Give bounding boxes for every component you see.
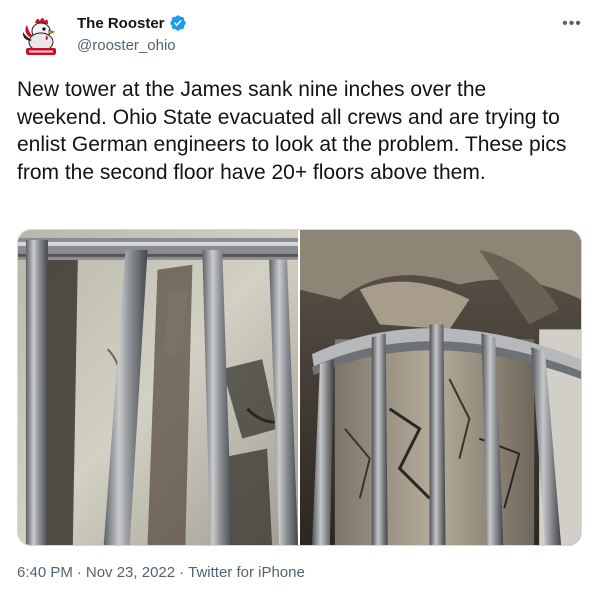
author-name-row: The Rooster bbox=[77, 14, 187, 32]
verified-badge-icon bbox=[169, 14, 187, 32]
tweet-source[interactable]: Twitter for iPhone bbox=[188, 564, 305, 581]
ellipsis-icon[interactable]: ••• bbox=[560, 14, 584, 34]
rooster-logo-icon bbox=[17, 11, 65, 59]
tweet-meta: 6:40 PM · Nov 23, 2022 · Twitter for iPhone bbox=[17, 564, 305, 581]
tweet-media bbox=[17, 229, 582, 546]
tweet-text: New tower at the James sank nine inches … bbox=[17, 78, 567, 184]
author-display-name[interactable]: The Rooster bbox=[77, 15, 165, 32]
meta-separator-2: · bbox=[179, 564, 185, 581]
tweet-photo-1[interactable] bbox=[18, 230, 298, 545]
tweet-time[interactable]: 6:40 PM bbox=[17, 564, 73, 581]
tweet-card: The Rooster @rooster_ohio ••• New tower … bbox=[0, 0, 598, 598]
meta-separator: · bbox=[76, 564, 82, 581]
tweet-photo-2[interactable] bbox=[300, 230, 581, 545]
avatar[interactable] bbox=[17, 11, 65, 59]
tweet-date[interactable]: Nov 23, 2022 bbox=[86, 564, 175, 581]
author-handle[interactable]: @rooster_ohio bbox=[77, 37, 176, 54]
